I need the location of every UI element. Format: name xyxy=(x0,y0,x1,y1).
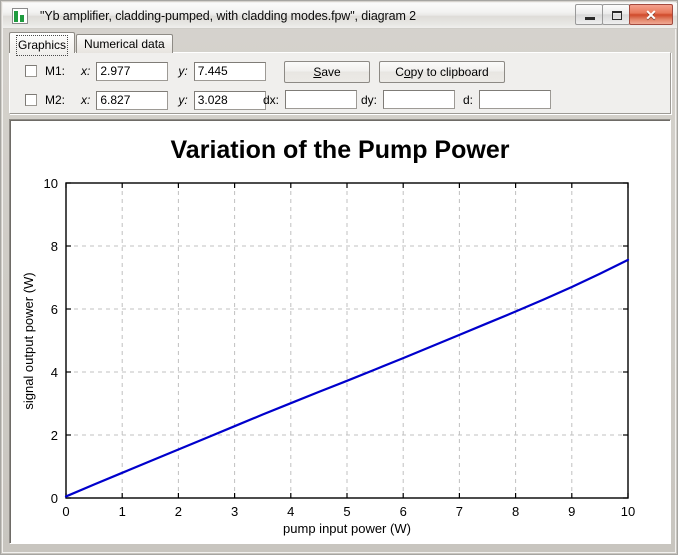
marker-m2-label: M2: xyxy=(45,93,66,107)
delta-y-label: dy: xyxy=(361,92,378,107)
marker-m2-x-label: x: xyxy=(81,93,91,107)
tab-graphics[interactable]: Graphics xyxy=(9,32,76,56)
delta-d-input[interactable] xyxy=(479,90,552,109)
tab-numerical-data[interactable]: Numerical data xyxy=(76,34,173,53)
plot-background xyxy=(11,121,670,543)
close-icon: ✕ xyxy=(645,7,657,23)
copy-button-accel: o xyxy=(403,65,411,79)
x-tick-label: 10 xyxy=(621,504,635,519)
copy-button-label-post: py to clipboard xyxy=(410,65,489,79)
x-tick-label: 1 xyxy=(119,504,126,519)
plot-panel[interactable]: Variation of the Pump Power 0 1 2 3 4 5 6 7 8 9 10… xyxy=(9,119,671,544)
marker-m2-y-label: y: xyxy=(178,93,188,107)
y-axis-label: signal output power (W) xyxy=(21,272,36,409)
marker-m1-x-input[interactable]: 2.977 xyxy=(96,61,169,81)
marker-m1-label: M1: xyxy=(45,64,66,78)
x-tick-label: 9 xyxy=(568,504,575,519)
x-tick-label: 7 xyxy=(456,504,463,519)
y-tick-label: 6 xyxy=(51,302,58,317)
tab-strip: Graphics Numerical data xyxy=(9,32,174,56)
delta-x-group: dx: xyxy=(263,90,358,109)
x-axis-label: pump input power (W) xyxy=(283,521,411,536)
checkbox-m1[interactable] xyxy=(25,65,37,77)
marker-m2-y-input[interactable]: 3.028 xyxy=(193,90,266,110)
y-tick-label: 8 xyxy=(51,239,58,254)
x-tick-label: 0 xyxy=(62,504,69,519)
copy-button-label-pre: C xyxy=(395,65,404,79)
checkbox-m2[interactable] xyxy=(25,94,37,106)
window-controls: ✕ xyxy=(575,4,673,25)
delta-d-label: d: xyxy=(463,92,474,107)
y-tick-label: 0 xyxy=(51,491,58,506)
tab-numerical-data-label: Numerical data xyxy=(84,37,165,51)
delta-x-label: dx: xyxy=(263,92,280,107)
copy-to-clipboard-button[interactable]: Copy to clipboard xyxy=(379,61,505,83)
x-tick-label: 2 xyxy=(175,504,182,519)
tab-graphics-label: Graphics xyxy=(16,35,69,56)
maximize-button[interactable] xyxy=(602,4,630,25)
application-window: "Yb amplifier, cladding-pumped, with cla… xyxy=(0,0,678,555)
save-button-label: ave xyxy=(321,65,341,79)
close-button[interactable]: ✕ xyxy=(629,4,673,25)
x-tick-label: 4 xyxy=(287,504,294,519)
window-title: "Yb amplifier, cladding-pumped, with cla… xyxy=(40,8,416,23)
marker-m1-y-label: y: xyxy=(178,64,188,78)
delta-y-group: dy: xyxy=(361,90,456,109)
y-tick-label: 4 xyxy=(51,365,58,380)
x-tick-label: 5 xyxy=(343,504,350,519)
chart-title: Variation of the Pump Power xyxy=(171,136,510,164)
y-tick-label: 2 xyxy=(51,428,58,443)
x-tick-label: 8 xyxy=(512,504,519,519)
delta-d-group: d: xyxy=(463,90,552,109)
minimize-button[interactable] xyxy=(575,4,603,25)
plot-canvas[interactable]: Variation of the Pump Power 0 1 2 3 4 5 6 7 8 9 10… xyxy=(11,121,670,543)
x-tick-label: 3 xyxy=(231,504,238,519)
marker-m2-x-input[interactable]: 6.827 xyxy=(96,90,169,110)
x-tick-label: 6 xyxy=(400,504,407,519)
delta-y-input[interactable] xyxy=(383,90,456,109)
marker-m1-y-input[interactable]: 7.445 xyxy=(193,61,266,81)
title-bar[interactable]: "Yb amplifier, cladding-pumped, with cla… xyxy=(3,3,677,29)
save-button[interactable]: Save xyxy=(284,61,370,83)
y-tick-label: 10 xyxy=(44,176,58,191)
marker-m1-x-label: x: xyxy=(81,64,91,78)
chart-app-icon xyxy=(12,7,28,24)
delta-x-input[interactable] xyxy=(285,90,358,109)
